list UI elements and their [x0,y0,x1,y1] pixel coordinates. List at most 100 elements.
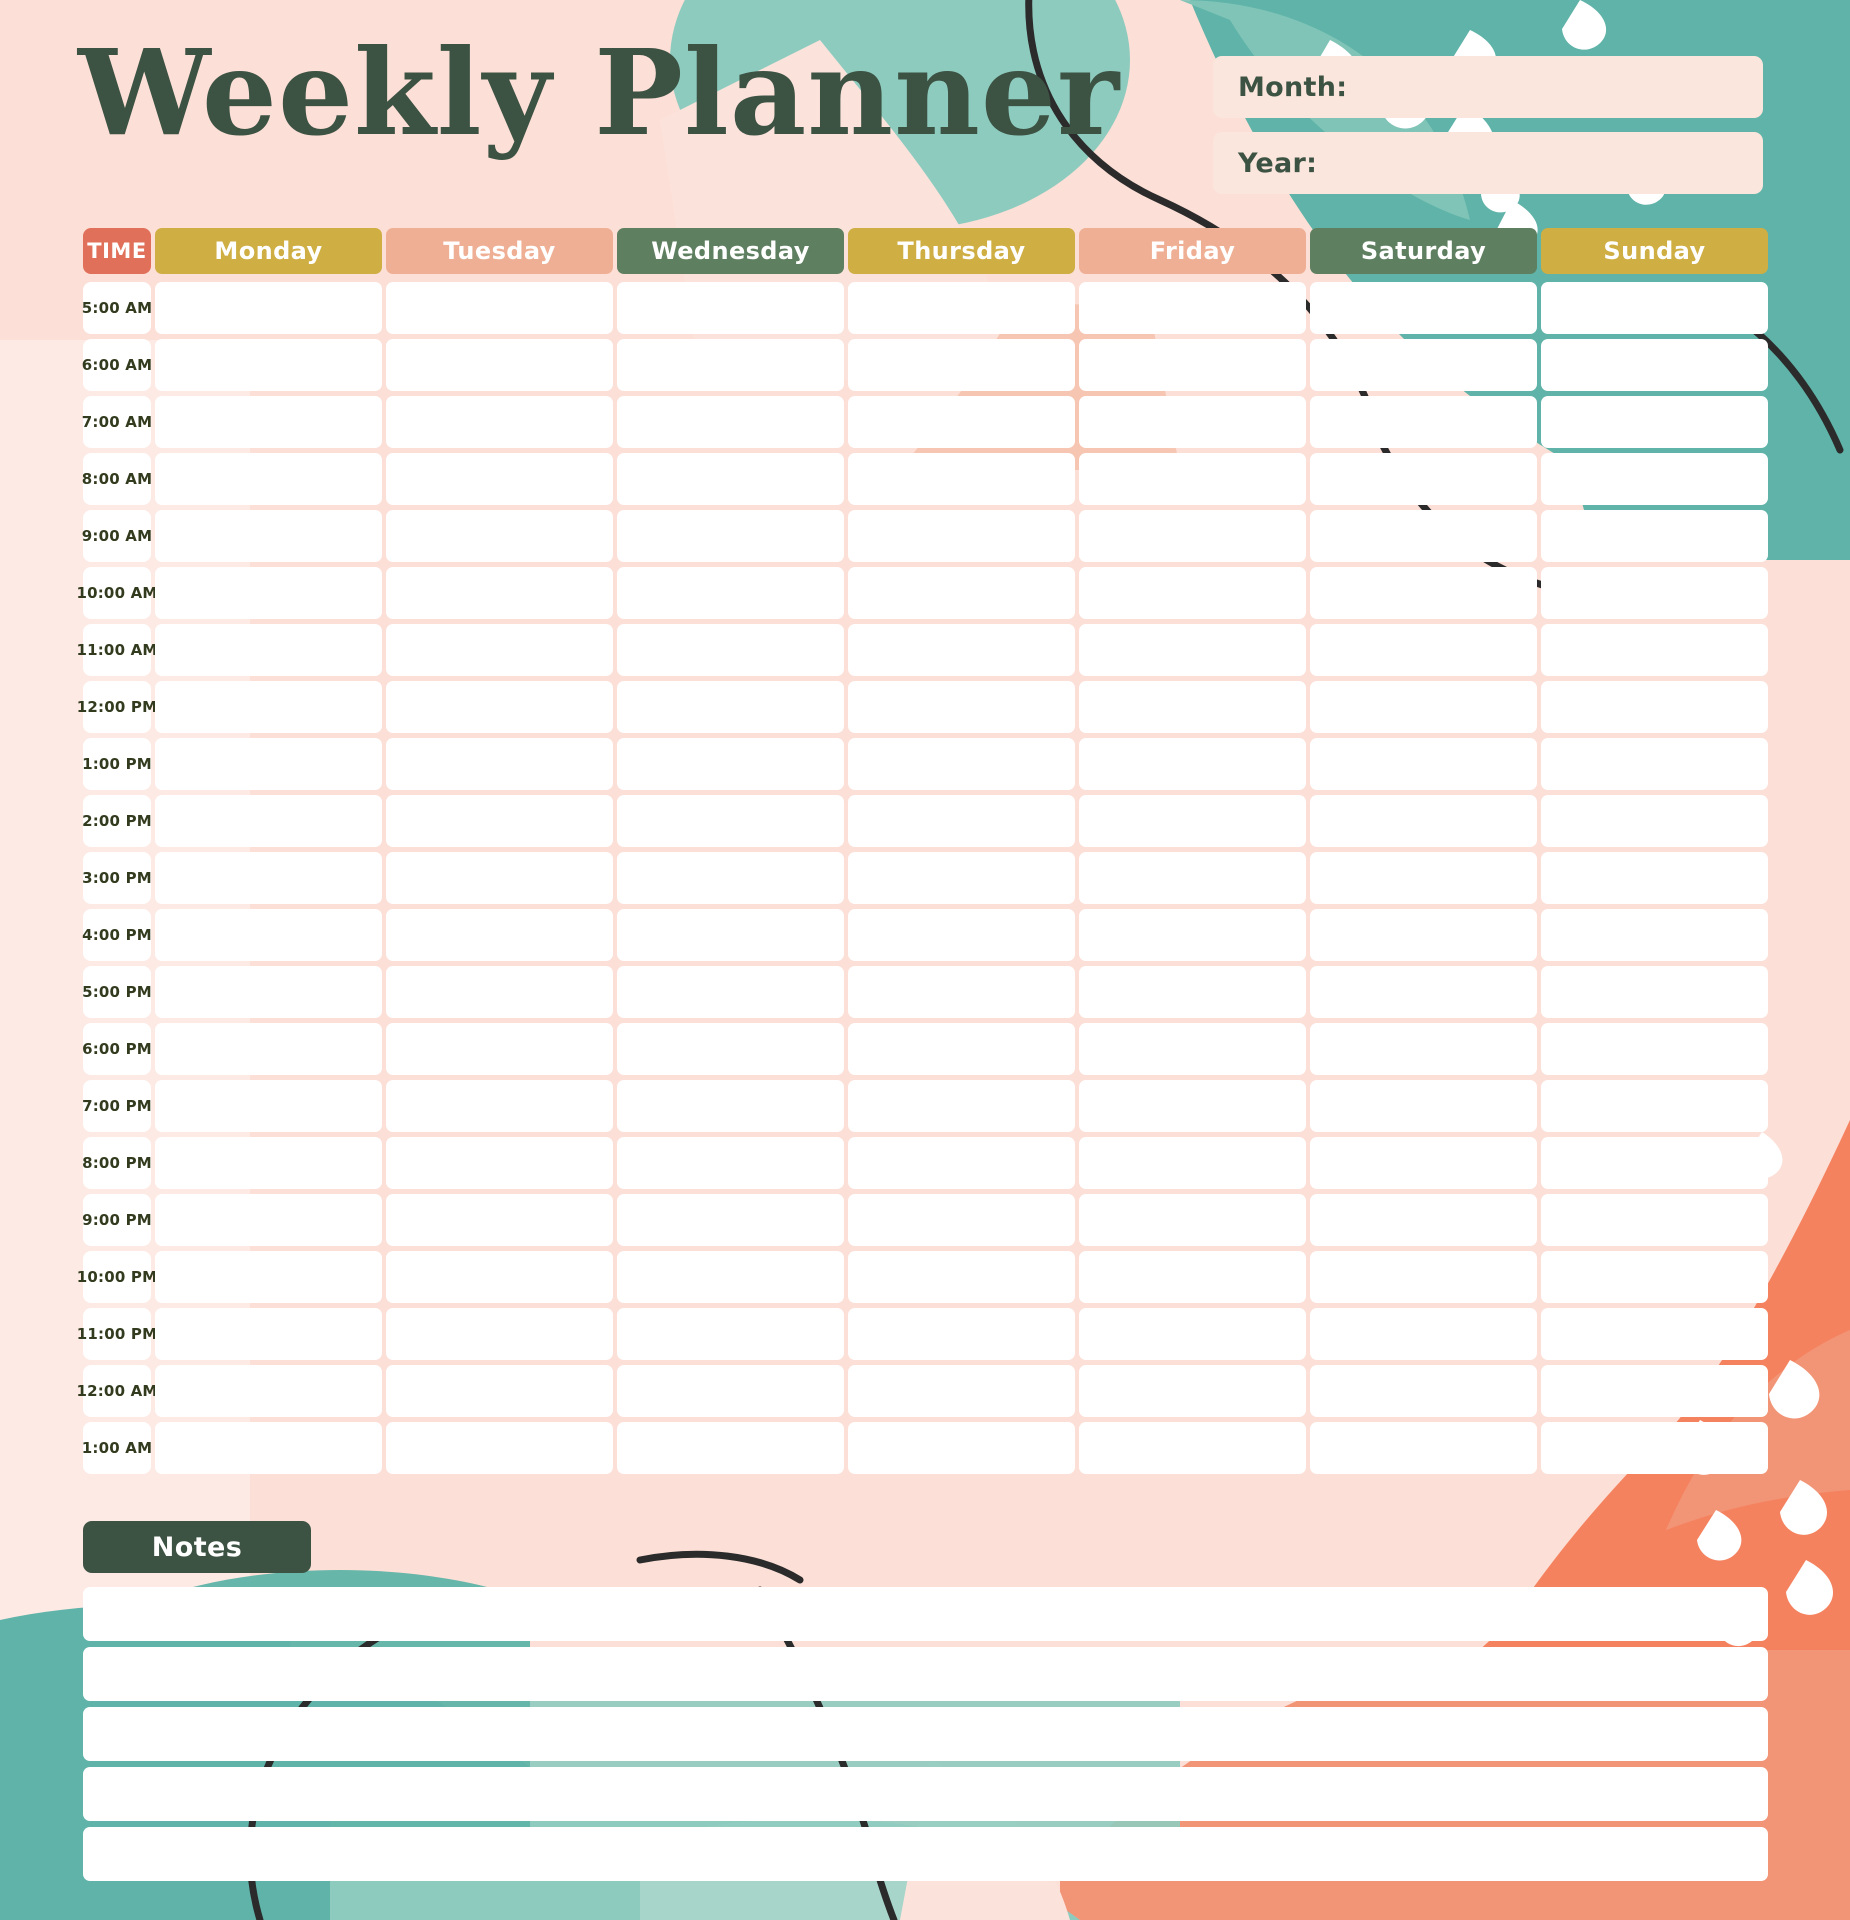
schedule-slot[interactable] [1079,396,1306,448]
year-field[interactable]: Year: [1213,132,1763,194]
schedule-slot[interactable] [155,1137,382,1189]
schedule-slot[interactable] [848,1308,1075,1360]
schedule-slot[interactable] [848,339,1075,391]
schedule-slot[interactable] [1310,795,1537,847]
note-line[interactable] [83,1767,1768,1821]
schedule-slot[interactable] [155,681,382,733]
schedule-slot[interactable] [617,909,844,961]
schedule-slot[interactable] [155,795,382,847]
schedule-slot[interactable] [1541,1080,1768,1132]
note-line[interactable] [83,1707,1768,1761]
schedule-slot[interactable] [617,681,844,733]
schedule-slot[interactable] [1541,1308,1768,1360]
schedule-slot[interactable] [155,852,382,904]
schedule-slot[interactable] [1310,396,1537,448]
schedule-slot[interactable] [1541,738,1768,790]
schedule-slot[interactable] [386,1137,613,1189]
schedule-slot[interactable] [1541,510,1768,562]
schedule-slot[interactable] [155,1365,382,1417]
schedule-slot[interactable] [1079,1365,1306,1417]
schedule-slot[interactable] [1079,966,1306,1018]
schedule-slot[interactable] [848,681,1075,733]
schedule-slot[interactable] [1079,339,1306,391]
schedule-slot[interactable] [617,738,844,790]
schedule-slot[interactable] [1310,966,1537,1018]
schedule-slot[interactable] [1310,1137,1537,1189]
schedule-slot[interactable] [848,510,1075,562]
schedule-slot[interactable] [1541,282,1768,334]
schedule-slot[interactable] [1079,453,1306,505]
schedule-slot[interactable] [155,1023,382,1075]
schedule-slot[interactable] [386,453,613,505]
schedule-slot[interactable] [848,1194,1075,1246]
schedule-slot[interactable] [1310,453,1537,505]
schedule-slot[interactable] [1310,1194,1537,1246]
schedule-slot[interactable] [386,1080,613,1132]
schedule-slot[interactable] [848,1137,1075,1189]
schedule-slot[interactable] [1541,396,1768,448]
schedule-slot[interactable] [1541,795,1768,847]
schedule-slot[interactable] [1541,966,1768,1018]
schedule-slot[interactable] [617,1194,844,1246]
schedule-slot[interactable] [1310,567,1537,619]
schedule-slot[interactable] [617,1137,844,1189]
schedule-slot[interactable] [1079,510,1306,562]
schedule-slot[interactable] [1541,852,1768,904]
schedule-slot[interactable] [386,1365,613,1417]
schedule-slot[interactable] [1541,1251,1768,1303]
schedule-slot[interactable] [1310,339,1537,391]
schedule-slot[interactable] [1541,1365,1768,1417]
schedule-slot[interactable] [155,567,382,619]
schedule-slot[interactable] [155,339,382,391]
schedule-slot[interactable] [1079,738,1306,790]
schedule-slot[interactable] [1079,681,1306,733]
schedule-slot[interactable] [1079,1080,1306,1132]
schedule-slot[interactable] [1079,1137,1306,1189]
schedule-slot[interactable] [617,1023,844,1075]
schedule-slot[interactable] [848,453,1075,505]
schedule-slot[interactable] [155,738,382,790]
schedule-slot[interactable] [1310,909,1537,961]
schedule-slot[interactable] [386,1023,613,1075]
schedule-slot[interactable] [848,1023,1075,1075]
schedule-slot[interactable] [1310,1308,1537,1360]
schedule-slot[interactable] [848,1251,1075,1303]
schedule-slot[interactable] [1079,624,1306,676]
schedule-slot[interactable] [617,567,844,619]
schedule-slot[interactable] [155,1080,382,1132]
schedule-slot[interactable] [155,1422,382,1474]
schedule-slot[interactable] [848,396,1075,448]
schedule-slot[interactable] [1310,738,1537,790]
schedule-slot[interactable] [1541,1137,1768,1189]
schedule-slot[interactable] [1310,510,1537,562]
schedule-slot[interactable] [1541,339,1768,391]
schedule-slot[interactable] [1310,1365,1537,1417]
schedule-slot[interactable] [1079,1194,1306,1246]
schedule-slot[interactable] [848,966,1075,1018]
schedule-slot[interactable] [155,909,382,961]
schedule-slot[interactable] [617,396,844,448]
schedule-slot[interactable] [155,510,382,562]
schedule-slot[interactable] [617,852,844,904]
schedule-slot[interactable] [848,1080,1075,1132]
schedule-slot[interactable] [386,795,613,847]
schedule-slot[interactable] [1079,282,1306,334]
schedule-slot[interactable] [386,1308,613,1360]
schedule-slot[interactable] [386,1251,613,1303]
schedule-slot[interactable] [1079,1308,1306,1360]
schedule-slot[interactable] [155,1194,382,1246]
schedule-slot[interactable] [1310,1023,1537,1075]
schedule-slot[interactable] [848,1365,1075,1417]
schedule-slot[interactable] [617,510,844,562]
schedule-slot[interactable] [1310,1422,1537,1474]
schedule-slot[interactable] [155,1308,382,1360]
schedule-slot[interactable] [1310,852,1537,904]
schedule-slot[interactable] [848,795,1075,847]
schedule-slot[interactable] [617,453,844,505]
schedule-slot[interactable] [848,282,1075,334]
schedule-slot[interactable] [155,282,382,334]
schedule-slot[interactable] [155,453,382,505]
schedule-slot[interactable] [1541,681,1768,733]
schedule-slot[interactable] [1541,567,1768,619]
schedule-slot[interactable] [1079,1422,1306,1474]
